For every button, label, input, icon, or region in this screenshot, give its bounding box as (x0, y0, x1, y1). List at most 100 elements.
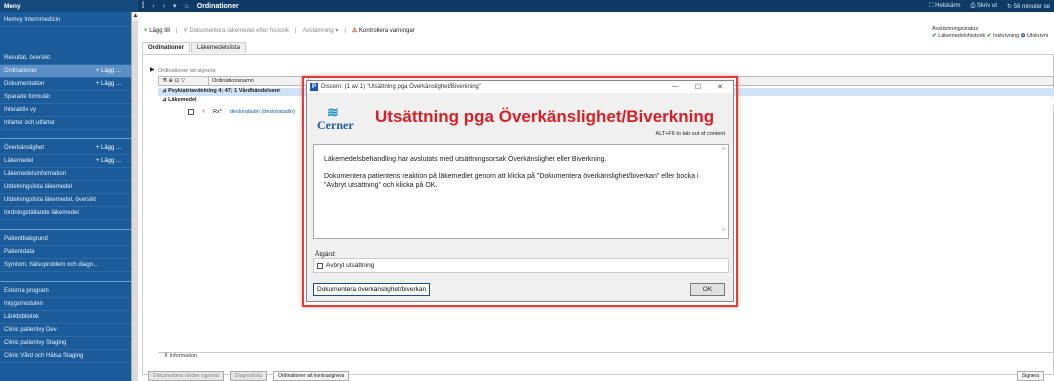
filter-label: Ordinationer att signera (158, 68, 216, 74)
sidebar-item-hemvy[interactable]: Hemvy Internmedicin (0, 14, 131, 27)
reconcile-dropdown[interactable]: Avstämning ▾ (302, 27, 338, 34)
sidebar-item-ordinationer[interactable]: Ordinationer + Lägg ... (0, 65, 131, 78)
check-icon: ✔ (932, 33, 937, 39)
sidebar-item-resultat[interactable]: Resultat, översikt (0, 52, 131, 65)
forward-arrow-icon[interactable]: › (159, 3, 169, 10)
cosign-orders-button[interactable]: Ordinationer att kontrasignera (273, 370, 350, 381)
doc-history-button[interactable]: ⚲ Dokumentera läkemedel efter historik (183, 27, 288, 34)
sidebar-item-symtom[interactable]: Symtom, hälsoproblem och diagn... (0, 259, 131, 272)
home-icon[interactable]: ⌂ (180, 3, 192, 10)
toolbar: + Lägg till | ⚲ Dokumentera läkemedel ef… (138, 12, 1054, 42)
sidebar-item-clinic-staging[interactable]: Clinic patientvy Staging (0, 337, 131, 350)
sidebar-item-utdelningslista-oversikt[interactable]: Utdelningslista läkemedel, översikt (0, 194, 131, 207)
app-window: Meny Hemvy Internmedicin Resultat, övers… (0, 0, 1054, 381)
sidebar-item-sparade-formular[interactable]: Sparade formulär (0, 91, 131, 104)
drug-name-link[interactable]: desloratadin (desloratadin) (230, 109, 295, 115)
sidebar-item-clinic-dev[interactable]: Clinic patientvy Dev (0, 324, 131, 337)
chevron-up-icon[interactable]: ˄ (722, 147, 726, 153)
doc-signed-button[interactable]: Dokumentera vården signerat (148, 370, 224, 381)
timer-label: 56 minuter se (1013, 3, 1050, 10)
collapse-arrow-icon[interactable]: ▶ (150, 66, 155, 73)
table-row[interactable]: ⚕ Rx* desloratadin (desloratadin) (188, 109, 295, 115)
sidebar-item-iordningstallande[interactable]: Iordningställande läkemedel (0, 207, 131, 220)
toolbar-divider: | (294, 27, 297, 34)
sidebar-divider (0, 281, 131, 282)
sidebar-item-intygsmodulen[interactable]: Intygsmodulen (0, 298, 131, 311)
sidebar-item-label: Clinic patientvy Staging (4, 340, 67, 346)
print-button[interactable]: ⎙ Skriv ut (970, 3, 996, 10)
status-discharge[interactable]: Utskrivni (1027, 33, 1048, 39)
sidebar-item-patientbakgrund[interactable]: Patientbakgrund (0, 233, 131, 246)
status-medication-history[interactable]: Läkemedelshistorik (938, 33, 985, 39)
message-box[interactable]: Läkemedelsbehandling har avslutats med u… (313, 144, 729, 239)
add-overkanslighet-link[interactable]: + Lägg ... (96, 145, 121, 151)
sidebar-scrollbar[interactable]: ▲ (131, 12, 139, 381)
sidebar-item-interaktiv-vy[interactable]: Interaktiv vy (0, 104, 131, 117)
cancel-discontinuation-checkbox[interactable] (317, 262, 323, 269)
pin-icon[interactable]: ⫿ (138, 2, 148, 10)
action-box: Avbryt utsättning (313, 258, 729, 273)
page-title: Ordinationer (196, 2, 239, 10)
bottom-action-bar: Dokumentera vården signerat Diagnoslista… (142, 370, 1054, 381)
diagnosis-list-button[interactable]: Diagnoslista (229, 370, 268, 381)
add-dokumentation-link[interactable]: + Lägg ... (96, 81, 121, 87)
minimize-icon[interactable]: — (672, 83, 679, 91)
add-button[interactable]: + Lägg till (144, 28, 170, 34)
sidebar-item-lakemedelsinformation[interactable]: Läkemedelsinformation (0, 168, 131, 181)
add-lakemedel-link[interactable]: + Lägg ... (96, 158, 121, 164)
plus-icon: + (144, 27, 148, 34)
sidebar-item-label: Utdelningslista läkemedel (4, 184, 73, 190)
sidebar-item-clinic-vard-halsa[interactable]: Clinic Vård och Hälsa Staging (0, 350, 131, 363)
title-bar: ⫿ ‹ › ▾ ⌂ Ordinationer ⛶ Helskärm ⎙ Skri… (138, 0, 1054, 12)
sidebar-divider (0, 229, 131, 230)
status-admission[interactable]: Inskrivning (993, 33, 1019, 39)
sign-button[interactable]: Signera (1016, 370, 1044, 381)
sidebar-item-label: Sparade formulär (4, 94, 51, 100)
sidebar-item-label: Läkemedelsinformation (4, 171, 67, 177)
chevron-down-icon: ▾ (335, 28, 339, 34)
sidebar-item-label: Ordinationer (4, 68, 38, 74)
tab-lakemedelslista[interactable]: Läkemedelslista (191, 42, 247, 53)
row-checkbox[interactable] (188, 109, 194, 115)
back-arrow-icon[interactable]: ‹ (148, 3, 158, 10)
maximize-icon[interactable]: ☐ (695, 83, 701, 91)
cancel-discontinuation-label[interactable]: Avbryt utsättning (326, 262, 374, 269)
sidebar-item-infarter[interactable]: Infarter och utfarter (0, 117, 131, 130)
toolbar-divider: | (344, 27, 346, 34)
close-icon[interactable]: ✕ (717, 83, 723, 91)
sidebar-item-label: Länkbibliotek (4, 314, 40, 320)
menu-header: Meny (0, 0, 138, 12)
check-warnings-button[interactable]: ⚠ Kontrollera varningar (352, 27, 415, 34)
column-header-name[interactable]: Ordinationsnamn (209, 77, 309, 85)
sidebar-item-label: Patientbakgrund (4, 236, 48, 242)
warning-icon: ⚠ (351, 28, 358, 34)
tab-ordinationer[interactable]: Ordinationer (142, 42, 191, 53)
sidebar-item-patientdata[interactable]: Patientdata (0, 246, 131, 259)
chevron-down-icon[interactable]: ▾ (169, 2, 181, 10)
message-scrollbar[interactable]: ˄ ˅ (720, 146, 727, 238)
message-paragraph-1: Läkemedelsbehandling har avslutats med u… (324, 156, 607, 163)
fullscreen-button[interactable]: ⛶ Helskärm (929, 3, 960, 10)
discern-app-icon: P (310, 83, 318, 91)
sidebar-item-overkanslighet[interactable]: Överkänslighet + Lägg ... (0, 142, 131, 155)
sidebar-item-lakemedel[interactable]: Läkemedel + Lägg ... (0, 155, 131, 168)
grid-icon-columns[interactable]: ⚗ ⊕ ⊡ ▽ (159, 77, 209, 85)
refresh-timer[interactable]: ↻ 56 minuter se (1007, 3, 1050, 10)
sidebar-item-dokumentation[interactable]: Dokumentation + Lägg ... (0, 78, 131, 91)
ok-button[interactable]: OK (690, 283, 725, 296)
orders-group-label: Läkemedel (168, 97, 197, 103)
add-ordination-link[interactable]: + Lägg ... (96, 68, 121, 74)
sidebar-item-externa-program[interactable]: Externa program (0, 285, 131, 298)
information-panel[interactable]: ⊼ Information (158, 352, 1054, 362)
chevron-down-icon[interactable]: ˅ (722, 228, 726, 234)
orders-group-label: Psykiatriavdelning 4; 47; 1 Vårdhändelse… (168, 88, 281, 94)
sidebar-item-label: Iordningställande läkemedel (4, 210, 79, 216)
document-reaction-button[interactable]: Dokumentera överkänslighet/biverkan (313, 283, 431, 296)
cerner-logo: ≋ Cerner (317, 105, 362, 135)
tab-strip: Ordinationer Läkemedelslista (142, 42, 247, 53)
check-icon: ✔ (986, 33, 992, 39)
sidebar-item-lankbibliotek[interactable]: Länkbibliotek (0, 311, 131, 324)
sidebar-item-utdelningslista[interactable]: Utdelningslista läkemedel (0, 181, 131, 194)
sidebar-item-label: Resultat, översikt (4, 55, 51, 61)
sidebar-item-label: Intygsmodulen (4, 301, 44, 307)
